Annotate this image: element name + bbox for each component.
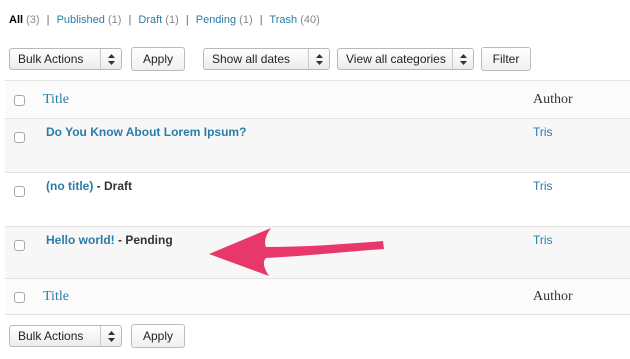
table-row: (no title) - Draft Tris bbox=[5, 172, 630, 226]
date-filter-select[interactable]: Show all dates bbox=[203, 48, 330, 70]
row-checkbox[interactable] bbox=[14, 240, 25, 251]
select-arrows-icon bbox=[452, 49, 473, 69]
status-link-draft[interactable]: Draft bbox=[138, 14, 162, 26]
table-row: Do You Know About Lorem Ipsum? Tris bbox=[5, 118, 630, 172]
bottom-tablenav: Bulk Actions Apply bbox=[9, 323, 185, 349]
post-author-link[interactable]: Tris bbox=[533, 179, 553, 193]
status-link-pending[interactable]: Pending bbox=[196, 14, 236, 26]
select-all-checkbox[interactable] bbox=[14, 292, 25, 303]
category-filter-label: View all categories bbox=[346, 52, 446, 66]
title-column-header[interactable]: Title bbox=[43, 92, 69, 108]
post-title-link[interactable]: Hello world! bbox=[46, 233, 115, 247]
status-count-pending: (1) bbox=[239, 14, 253, 26]
select-arrows-icon bbox=[308, 49, 329, 69]
bulk-actions-select[interactable]: Bulk Actions bbox=[9, 325, 122, 347]
title-column-footer[interactable]: Title bbox=[43, 289, 69, 305]
post-status-filters: All (3) | Published (1) | Draft (1) | Pe… bbox=[9, 14, 320, 26]
post-title: Do You Know About Lorem Ipsum? bbox=[46, 125, 246, 139]
row-checkbox[interactable] bbox=[14, 132, 25, 143]
status-link-trash[interactable]: Trash bbox=[269, 14, 297, 26]
status-count-draft: (1) bbox=[165, 14, 179, 26]
table-footer-row: Title Author bbox=[5, 278, 630, 315]
select-all-checkbox[interactable] bbox=[14, 95, 25, 106]
table-row: Hello world! - Pending Tris bbox=[5, 226, 630, 278]
post-title: Hello world! - Pending bbox=[46, 233, 173, 247]
post-title-link[interactable]: Do You Know About Lorem Ipsum? bbox=[46, 125, 246, 139]
status-link-all[interactable]: All bbox=[9, 14, 23, 26]
status-count-trash: (40) bbox=[300, 14, 320, 26]
post-author-link[interactable]: Tris bbox=[533, 233, 553, 247]
status-count-all: (3) bbox=[26, 14, 40, 26]
bulk-actions-select[interactable]: Bulk Actions bbox=[9, 48, 122, 70]
post-author-link[interactable]: Tris bbox=[533, 125, 553, 139]
author-column-header: Author bbox=[533, 92, 573, 107]
top-tablenav: Bulk Actions Apply Show all dates View a… bbox=[9, 46, 531, 72]
post-state: - Draft bbox=[96, 179, 133, 193]
status-separator: | bbox=[128, 14, 132, 26]
post-title-link[interactable]: (no title) bbox=[46, 179, 93, 193]
filter-button[interactable]: Filter bbox=[481, 47, 531, 71]
author-column-footer: Author bbox=[533, 289, 573, 304]
bulk-actions-label: Bulk Actions bbox=[18, 329, 84, 343]
select-arrows-icon bbox=[100, 49, 121, 69]
table-header-row: Title Author bbox=[5, 80, 630, 118]
post-state: - Pending bbox=[118, 233, 173, 247]
select-arrows-icon bbox=[100, 326, 121, 346]
status-separator: | bbox=[185, 14, 189, 26]
status-count-published: (1) bbox=[107, 14, 122, 26]
date-filter-label: Show all dates bbox=[212, 52, 291, 66]
post-title: (no title) - Draft bbox=[46, 179, 132, 193]
status-separator: | bbox=[46, 14, 50, 26]
status-link-published[interactable]: Published bbox=[57, 14, 105, 26]
bulk-actions-label: Bulk Actions bbox=[18, 52, 84, 66]
row-checkbox[interactable] bbox=[14, 186, 25, 197]
status-separator: | bbox=[259, 14, 263, 26]
apply-button[interactable]: Apply bbox=[131, 324, 185, 348]
apply-button[interactable]: Apply bbox=[131, 47, 185, 71]
category-filter-select[interactable]: View all categories bbox=[337, 48, 474, 70]
